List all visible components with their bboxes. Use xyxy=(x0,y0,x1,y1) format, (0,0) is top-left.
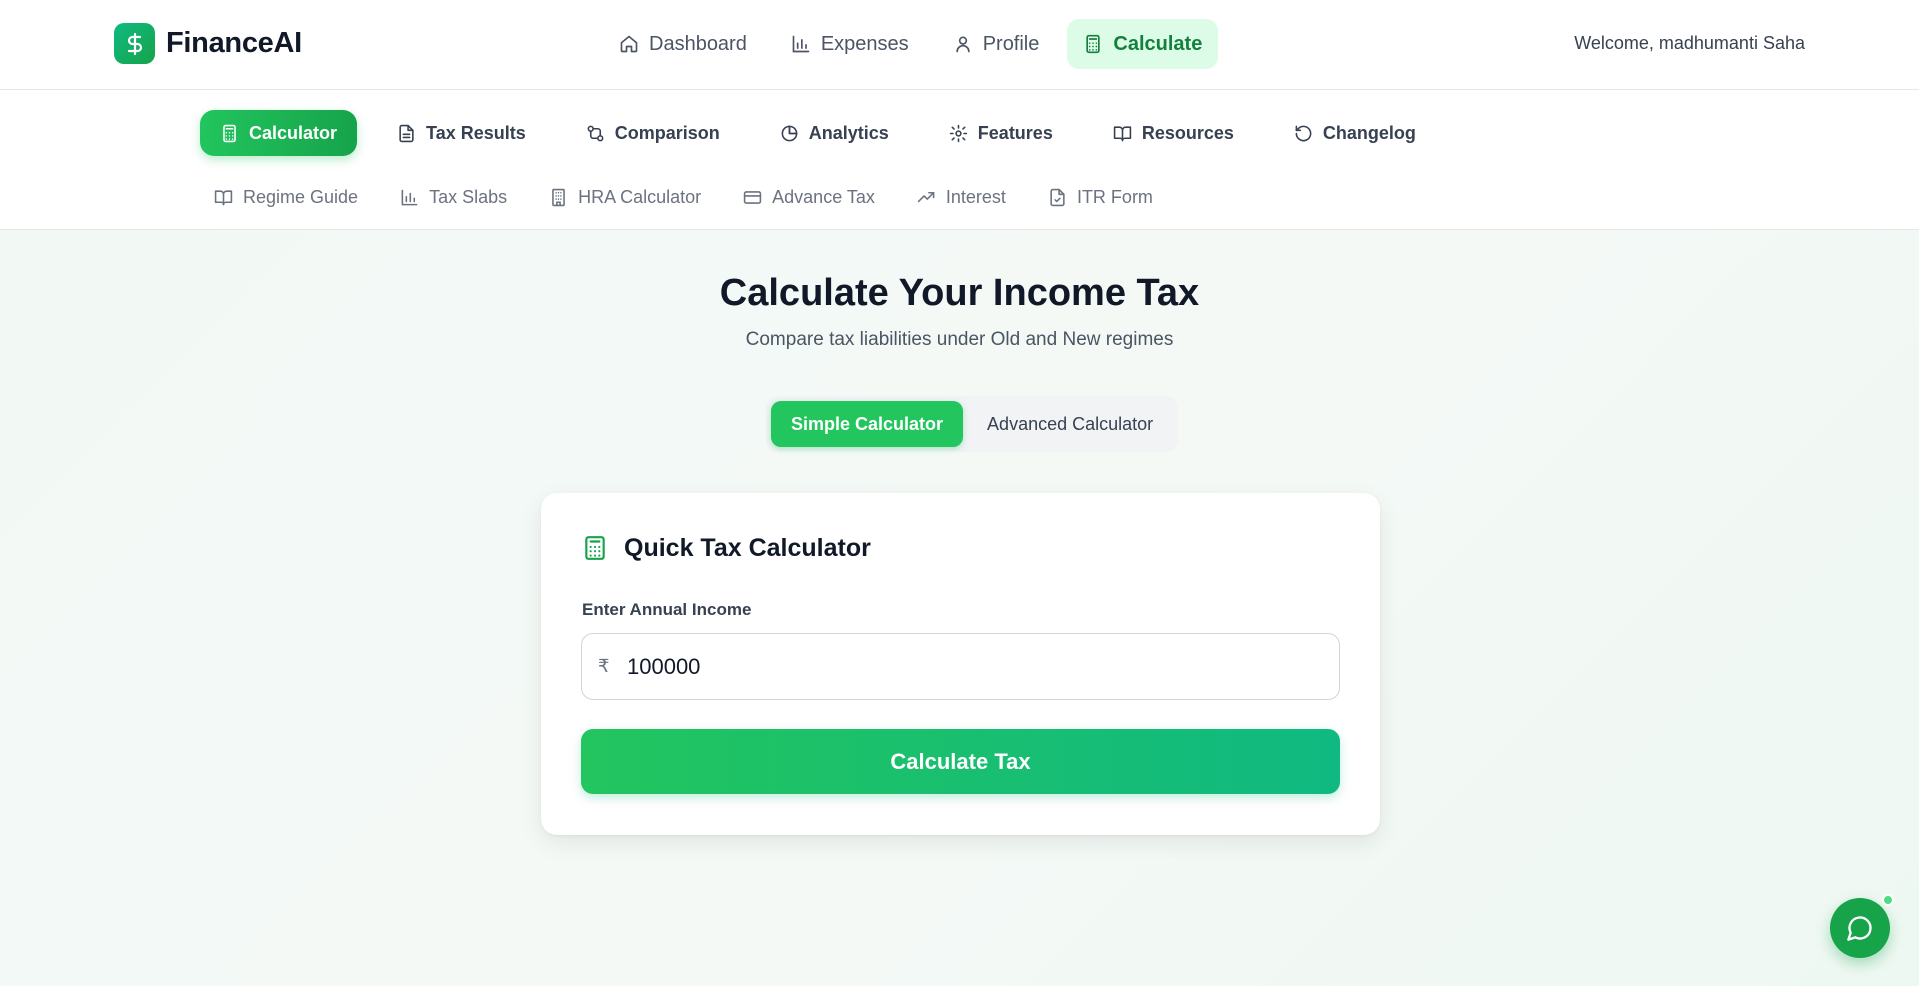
tool-regime-guide-label: Regime Guide xyxy=(243,186,359,207)
tool-interest[interactable]: Interest xyxy=(905,177,1018,217)
nav-profile-label: Profile xyxy=(982,32,1040,55)
calculate-tax-button[interactable]: Calculate Tax xyxy=(581,729,1340,794)
nav-expenses[interactable]: Expenses xyxy=(775,19,925,69)
bar-chart-icon xyxy=(792,35,810,53)
tool-hra-calculator[interactable]: HRA Calculator xyxy=(537,177,713,217)
online-indicator xyxy=(1882,894,1894,906)
nav-dashboard-label: Dashboard xyxy=(649,32,747,55)
dollar-icon xyxy=(114,23,155,64)
compare-icon xyxy=(587,125,604,141)
trending-up-icon xyxy=(917,191,935,202)
tab-features[interactable]: Features xyxy=(929,110,1073,156)
tab-resources-label: Resources xyxy=(1141,122,1234,143)
tool-itr-form-label: ITR Form xyxy=(1076,186,1153,207)
tab-calculator-label: Calculator xyxy=(249,122,338,143)
tools-nav: Regime Guide Tax Slabs HRA Calculator Ad… xyxy=(202,177,1165,217)
top-header: FinanceAI Dashboard Expenses Profile Cal… xyxy=(0,0,1919,90)
nav-calculate[interactable]: Calculate xyxy=(1067,19,1219,69)
tool-tax-slabs-label: Tax Slabs xyxy=(429,186,508,207)
tab-changelog-label: Changelog xyxy=(1322,122,1416,143)
tab-analytics-label: Analytics xyxy=(808,122,889,143)
nav-expenses-label: Expenses xyxy=(820,32,909,55)
book-open-icon xyxy=(214,189,233,205)
file-check-icon xyxy=(1050,188,1065,206)
tool-tax-slabs[interactable]: Tax Slabs xyxy=(388,177,519,217)
chat-button[interactable] xyxy=(1830,898,1890,958)
income-field: ₹ xyxy=(581,633,1340,700)
calculator-icon xyxy=(1086,34,1101,54)
nav-calculate-label: Calculate xyxy=(1113,32,1203,55)
calculator-mode-toggle: Simple Calculator Advanced Calculator xyxy=(766,396,1179,452)
credit-card-icon xyxy=(743,190,762,204)
chat-icon xyxy=(1847,916,1872,941)
tab-comparison-label: Comparison xyxy=(614,122,720,143)
tab-tax-results[interactable]: Tax Results xyxy=(377,110,546,156)
card-title: Quick Tax Calculator xyxy=(624,533,871,562)
bar-chart-icon xyxy=(401,189,418,205)
welcome-text: Welcome, madhumanti Saha xyxy=(1574,33,1805,53)
brand-name: FinanceAI xyxy=(166,27,302,59)
book-icon xyxy=(1113,125,1132,141)
home-icon xyxy=(620,35,638,53)
document-icon xyxy=(399,124,414,142)
income-label: Enter Annual Income xyxy=(582,600,752,619)
building-icon xyxy=(552,188,565,206)
main-nav: Dashboard Expenses Profile Calculate xyxy=(603,19,1219,69)
sub-nav: Calculator Tax Results Comparison Analyt… xyxy=(0,90,1919,230)
calculator-icon xyxy=(223,124,236,142)
tool-hra-calculator-label: HRA Calculator xyxy=(578,186,702,207)
tool-itr-form[interactable]: ITR Form xyxy=(1036,177,1165,217)
nav-profile[interactable]: Profile xyxy=(937,19,1056,69)
tool-advance-tax-label: Advance Tax xyxy=(772,186,875,207)
section-tabs: Calculator Tax Results Comparison Analyt… xyxy=(200,110,1436,156)
tool-advance-tax[interactable]: Advance Tax xyxy=(731,177,887,217)
brand[interactable]: FinanceAI xyxy=(114,23,302,64)
card-header: Quick Tax Calculator xyxy=(582,533,871,563)
simple-calculator-button[interactable]: Simple Calculator xyxy=(771,401,964,447)
tool-interest-label: Interest xyxy=(945,186,1006,207)
advanced-calculator-button[interactable]: Advanced Calculator xyxy=(967,401,1173,447)
page-title: Calculate Your Income Tax xyxy=(719,272,1200,314)
user-icon xyxy=(956,36,970,53)
tab-calculator[interactable]: Calculator xyxy=(200,110,358,156)
tab-changelog[interactable]: Changelog xyxy=(1274,110,1436,156)
nav-dashboard[interactable]: Dashboard xyxy=(603,19,763,69)
tool-regime-guide[interactable]: Regime Guide xyxy=(202,177,370,217)
history-icon xyxy=(1295,125,1312,141)
tab-analytics[interactable]: Analytics xyxy=(760,110,909,156)
tab-comparison[interactable]: Comparison xyxy=(566,110,740,156)
income-input[interactable] xyxy=(627,653,1327,680)
quick-tax-calculator-card: Quick Tax Calculator Enter Annual Income… xyxy=(541,493,1380,835)
pie-chart-icon xyxy=(781,125,798,141)
tab-resources[interactable]: Resources xyxy=(1093,110,1254,156)
calculator-icon xyxy=(585,536,605,560)
tab-features-label: Features xyxy=(977,122,1053,143)
rupee-icon: ₹ xyxy=(598,656,610,676)
tab-tax-results-label: Tax Results xyxy=(426,122,526,143)
gear-icon xyxy=(949,124,968,142)
page-subtitle: Compare tax liabilities under Old and Ne… xyxy=(745,329,1174,350)
